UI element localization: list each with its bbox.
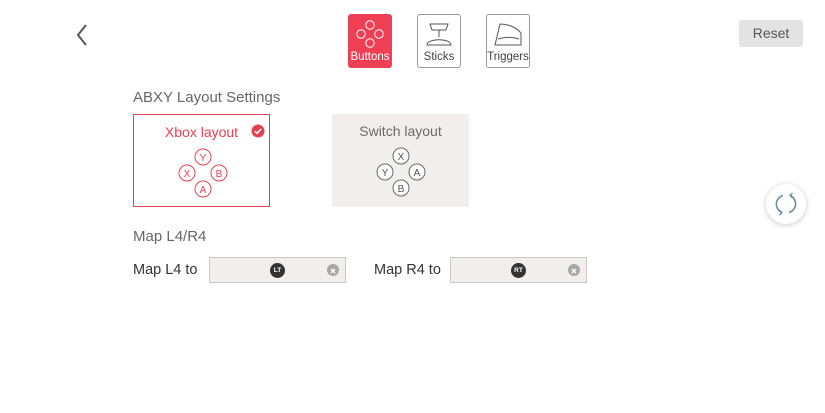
back-button[interactable] [70, 22, 94, 48]
map-section-title: Map L4/R4 [133, 228, 207, 245]
map-r4-label: Map R4 to [374, 262, 441, 278]
rt-badge: RT [511, 263, 526, 278]
xbox-btn-left: X [184, 169, 191, 180]
tab-buttons-label: Buttons [350, 51, 390, 63]
xbox-btn-bottom: A [200, 185, 207, 196]
chevron-left-icon [76, 24, 87, 46]
switch-btn-bottom: B [398, 184, 405, 195]
map-l4-select[interactable]: LT [209, 257, 346, 283]
clear-l4-button[interactable] [327, 264, 339, 276]
checkmark-icon [251, 124, 265, 138]
joystick-icon [426, 23, 452, 46]
switch-abxy-diagram: X Y A B [376, 147, 426, 197]
tab-sticks-label: Sticks [423, 51, 455, 63]
reset-button[interactable]: Reset [739, 20, 803, 47]
abxy-section-title: ABXY Layout Settings [133, 89, 281, 106]
clear-r4-button[interactable] [568, 264, 580, 276]
tab-triggers[interactable]: Triggers [486, 14, 530, 68]
xbox-btn-top: Y [200, 153, 207, 164]
map-l4-label: Map L4 to [133, 262, 198, 278]
xbox-abxy-diagram: Y X B A [178, 148, 228, 198]
switch-layout-label: Switch layout [359, 123, 442, 139]
tab-buttons[interactable]: Buttons [348, 14, 392, 68]
close-icon [330, 268, 336, 274]
switch-layout-option[interactable]: Switch layout X Y A B [332, 114, 469, 207]
dpad-buttons-icon [356, 20, 384, 48]
switch-btn-top: X [398, 152, 405, 163]
close-icon [571, 268, 577, 274]
lt-badge: LT [270, 263, 285, 278]
xbox-layout-option[interactable]: Xbox layout Y X B A [133, 114, 270, 207]
map-r4-select[interactable]: RT [450, 257, 587, 283]
switch-btn-left: Y [382, 168, 389, 179]
xbox-layout-label: Xbox layout [164, 124, 239, 140]
tab-sticks[interactable]: Sticks [417, 14, 461, 68]
tab-triggers-label: Triggers [487, 51, 529, 63]
rotate-icon [775, 192, 797, 216]
rotate-view-button[interactable] [766, 184, 806, 224]
trigger-icon [494, 23, 522, 46]
xbox-btn-right: B [216, 169, 223, 180]
switch-btn-right: A [414, 168, 421, 179]
